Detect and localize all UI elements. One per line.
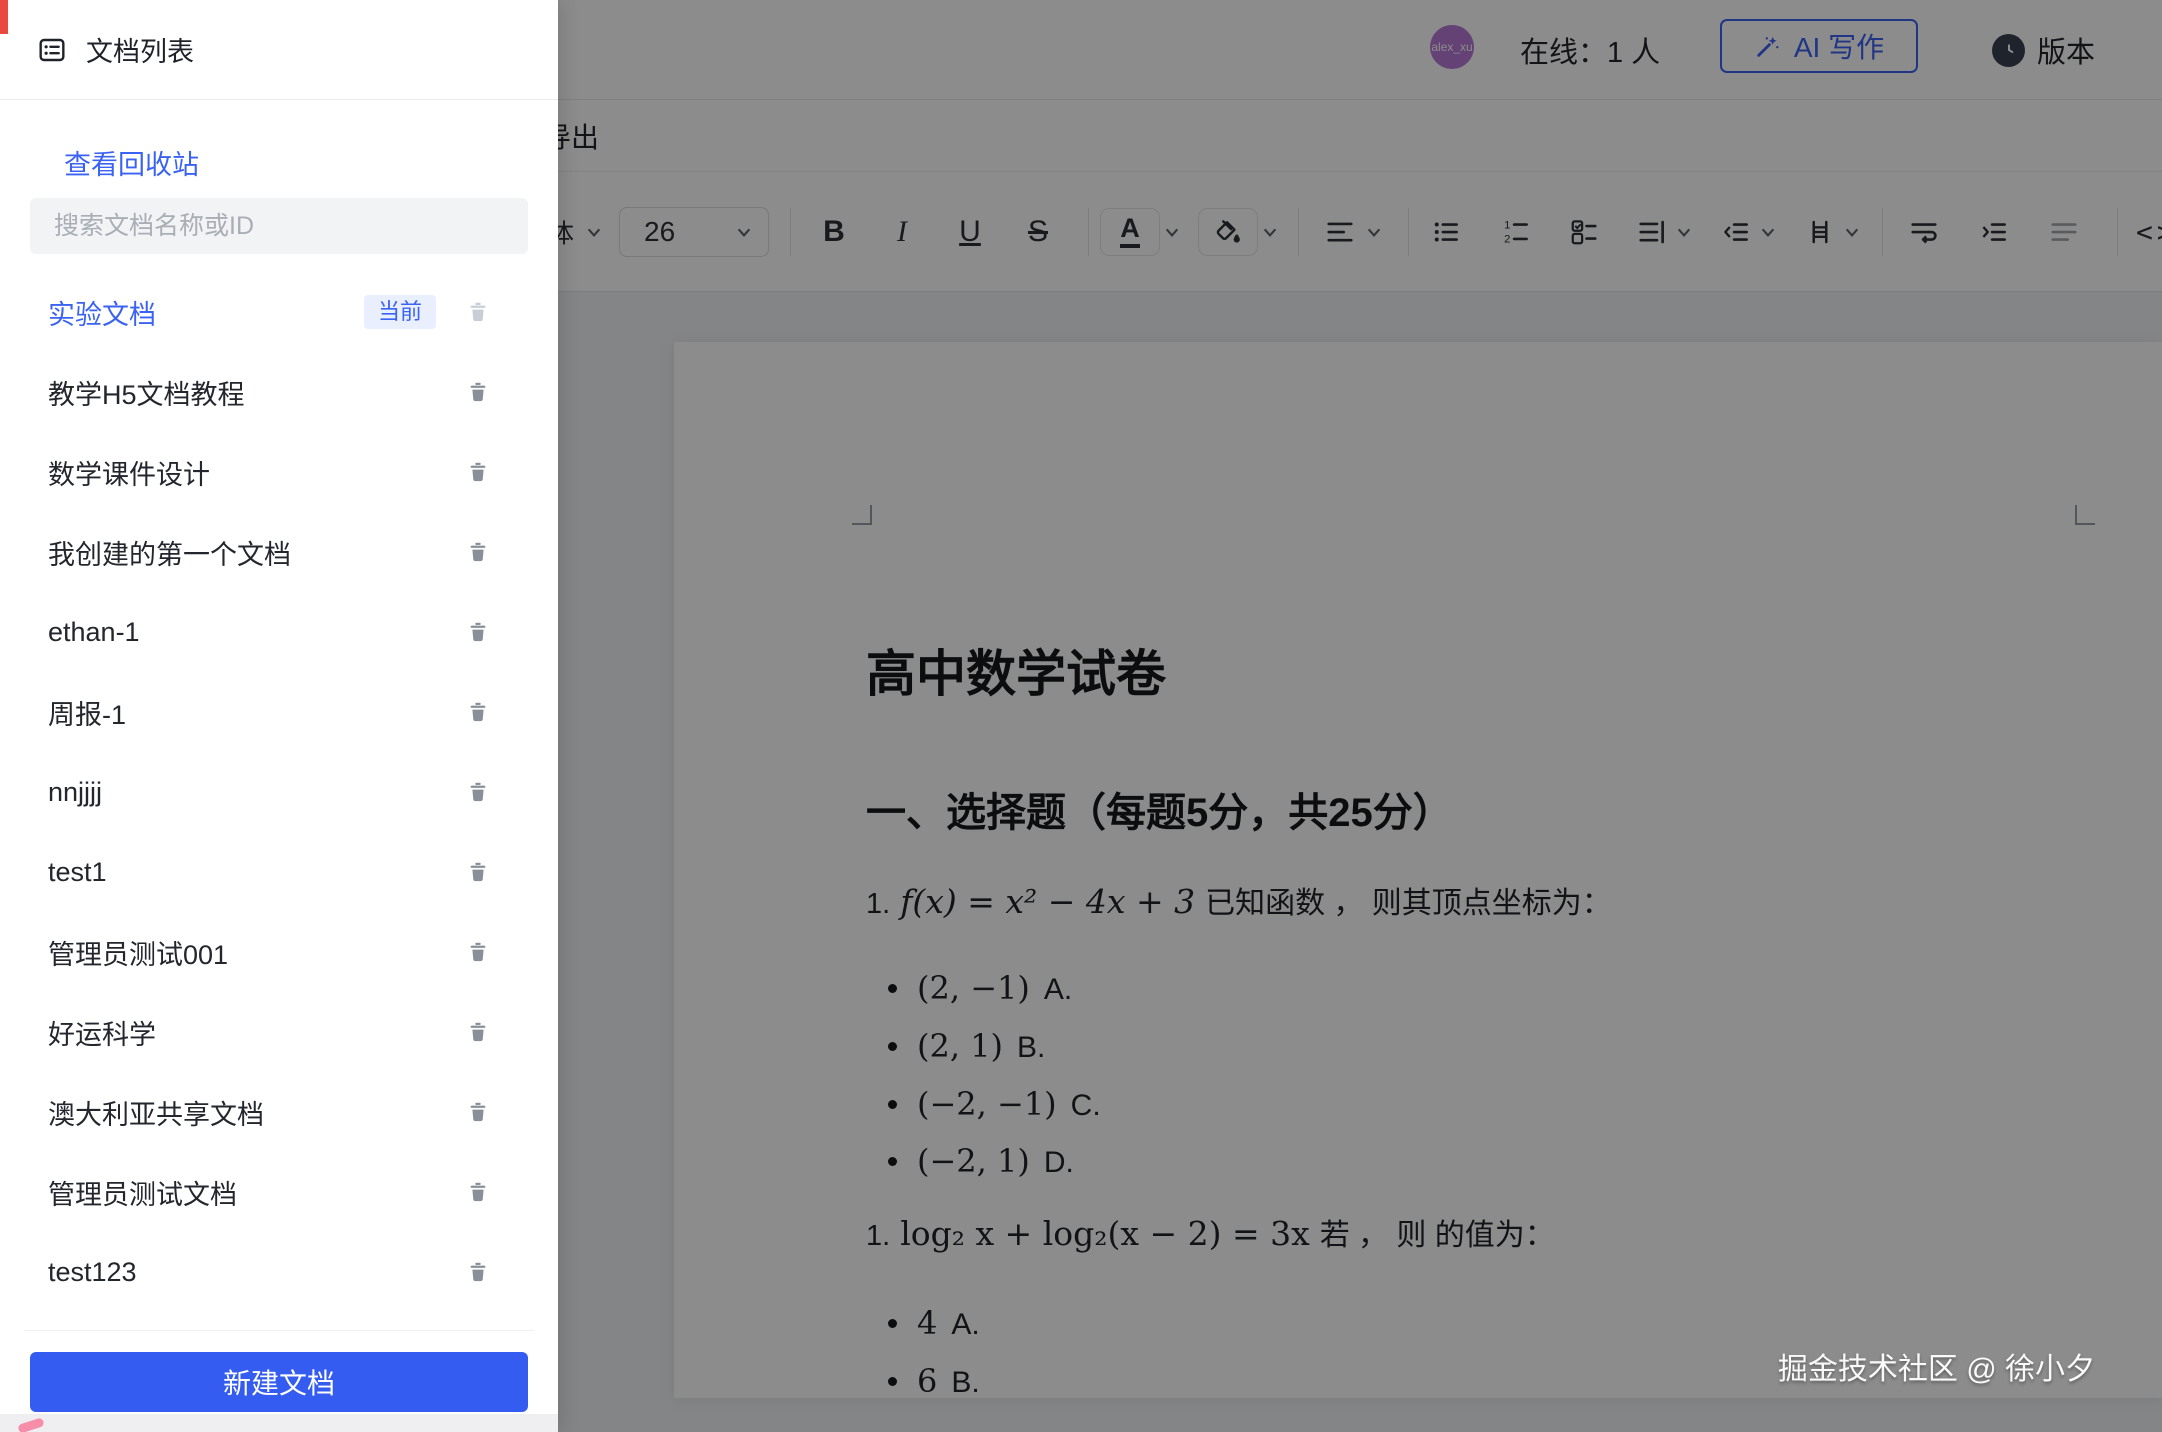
document-list-item[interactable]: 我创建的第一个文档 [0, 512, 558, 592]
trash-icon[interactable] [466, 300, 490, 324]
document-list-icon [36, 34, 68, 66]
document-list: 实验文档 当前 教学H5文档教程 数学课件设计 我创建的第一个文档 ethan-… [0, 272, 558, 1312]
drawer-header: 文档列表 [0, 0, 558, 100]
search-input[interactable] [30, 198, 528, 254]
sidebar-divider [24, 1330, 534, 1331]
document-name: 管理员测试文档 [48, 1173, 237, 1212]
document-list-item[interactable]: 好运科学 [0, 992, 558, 1072]
document-list-item[interactable]: nnjjjj [0, 752, 558, 832]
document-name: 实验文档 [48, 293, 156, 332]
document-name: nnjjjj [48, 777, 102, 808]
trash-icon[interactable] [466, 620, 490, 644]
document-list-item[interactable]: ethan-1 [0, 592, 558, 672]
trash-icon[interactable] [466, 1100, 490, 1124]
recycle-bin-link[interactable]: 查看回收站 [64, 143, 199, 182]
document-list-item[interactable]: 实验文档 当前 [0, 272, 558, 352]
new-document-button[interactable]: 新建文档 [30, 1352, 528, 1412]
trash-icon[interactable] [466, 780, 490, 804]
document-name: test123 [48, 1257, 137, 1288]
app-window: alex_xu 在线：1 人 AI 写作 版本 导出 默认字体 [0, 0, 2162, 1432]
document-name: 好运科学 [48, 1013, 156, 1052]
trash-icon[interactable] [466, 700, 490, 724]
document-list-item[interactable]: 管理员测试文档 [0, 1152, 558, 1232]
current-badge: 当前 [364, 295, 436, 329]
trash-icon[interactable] [466, 540, 490, 564]
sidebar-footer-strip [0, 1414, 558, 1432]
document-list-item[interactable]: test123 [0, 1232, 558, 1312]
document-list-item[interactable]: 周报-1 [0, 672, 558, 752]
document-list-item[interactable]: 管理员测试001 [0, 912, 558, 992]
document-list-item[interactable]: 数学课件设计 [0, 432, 558, 512]
document-name: 管理员测试001 [48, 933, 228, 972]
document-list-item[interactable]: test1 [0, 832, 558, 912]
trash-icon[interactable] [466, 1180, 490, 1204]
document-name: 数学课件设计 [48, 453, 210, 492]
document-name: 我创建的第一个文档 [48, 533, 291, 572]
red-corner-mark [0, 0, 8, 34]
trash-icon[interactable] [466, 460, 490, 484]
trash-icon[interactable] [466, 1260, 490, 1284]
document-name: ethan-1 [48, 617, 140, 648]
trash-icon[interactable] [466, 1020, 490, 1044]
trash-icon[interactable] [466, 380, 490, 404]
document-name: 澳大利亚共享文档 [48, 1093, 264, 1132]
document-name: test1 [48, 857, 107, 888]
drawer-title: 文档列表 [86, 30, 194, 69]
document-list-item[interactable]: 教学H5文档教程 [0, 352, 558, 432]
trash-icon[interactable] [466, 860, 490, 884]
trash-icon[interactable] [466, 940, 490, 964]
document-name: 教学H5文档教程 [48, 373, 245, 412]
watermark: 掘金技术社区 @ 徐小夕 [1778, 1344, 2095, 1388]
document-name: 周报-1 [48, 693, 126, 732]
document-list-item[interactable]: 澳大利亚共享文档 [0, 1072, 558, 1152]
document-list-drawer: 文档列表 查看回收站 实验文档 当前 教学H5文档教程 数学课件设计 我创建的第… [0, 0, 558, 1432]
